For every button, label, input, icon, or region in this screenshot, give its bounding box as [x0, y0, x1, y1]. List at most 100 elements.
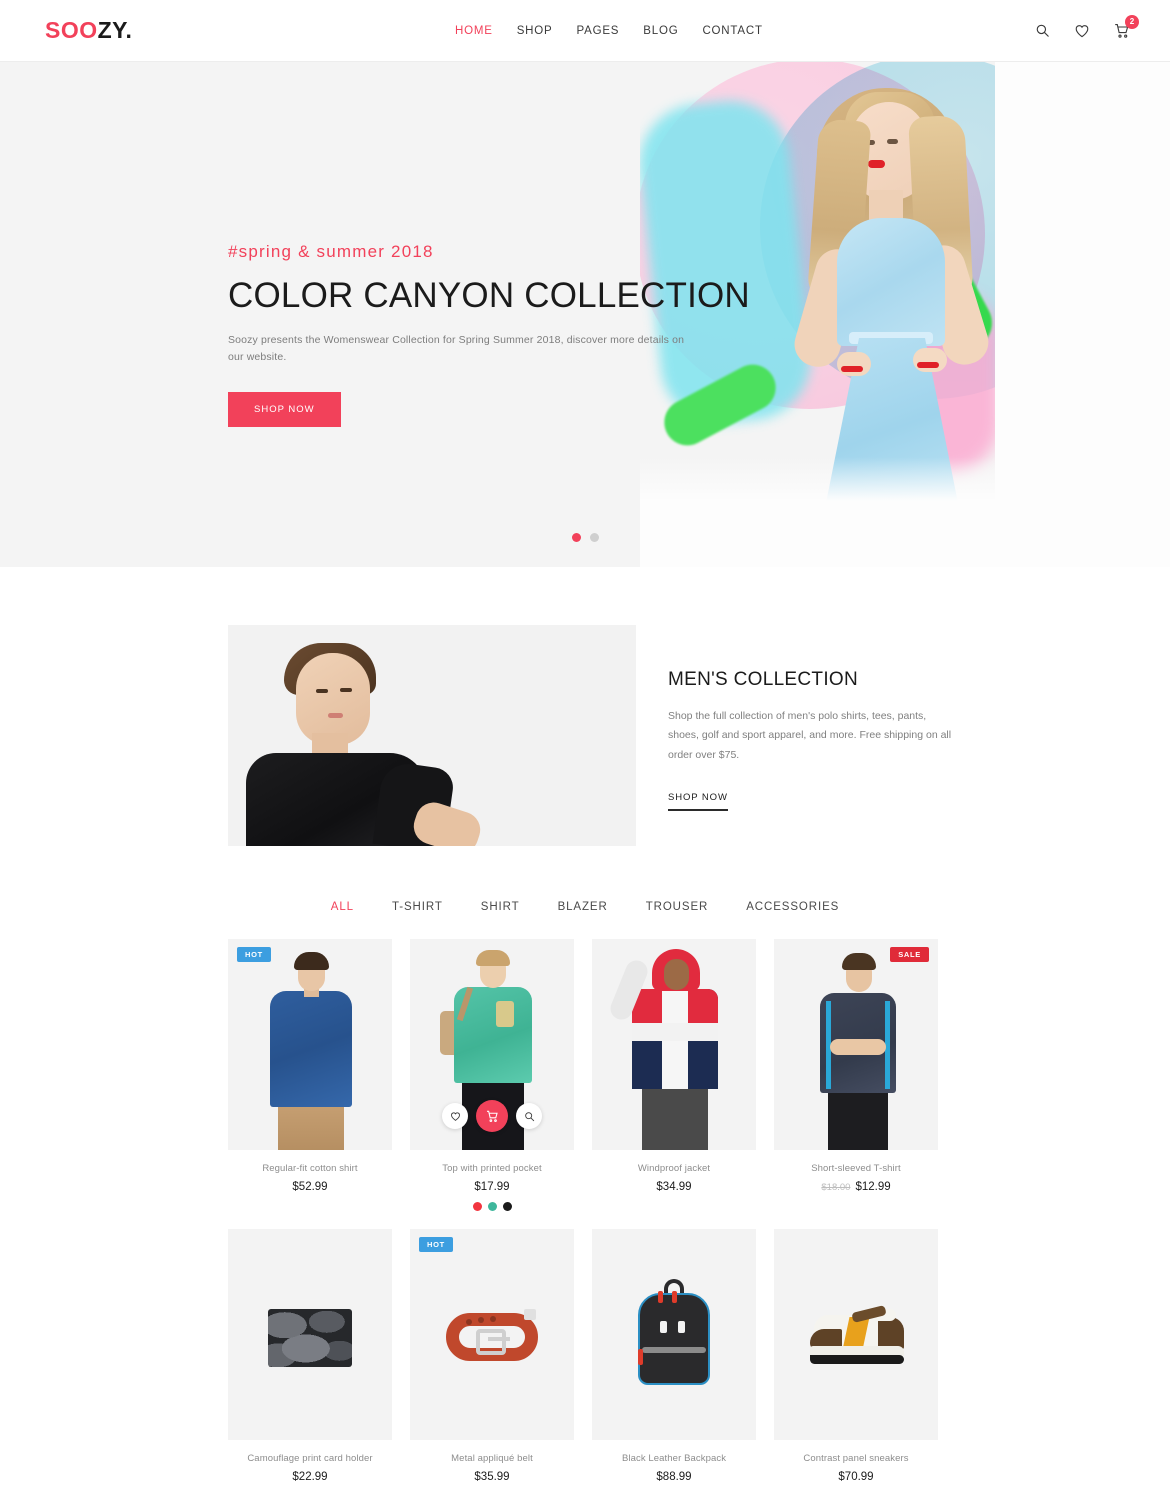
- shape: [672, 1291, 677, 1303]
- product-name[interactable]: Top with printed pocket: [410, 1163, 574, 1174]
- product-image[interactable]: HOT: [228, 939, 392, 1150]
- product-image[interactable]: HOT: [410, 1229, 574, 1440]
- add-to-cart-icon[interactable]: [476, 1100, 508, 1132]
- shape: [810, 1355, 904, 1364]
- shape: [466, 1319, 472, 1325]
- product-price: $70.99: [838, 1471, 874, 1483]
- filter-trouser[interactable]: TROUSER: [646, 901, 709, 913]
- product-image[interactable]: SALE: [774, 939, 938, 1150]
- product-name[interactable]: Camouflage print card holder: [228, 1453, 392, 1464]
- product-card[interactable]: Black Leather Backpack $88.99: [592, 1229, 756, 1483]
- product-illustration: [410, 1229, 574, 1440]
- cart-count-badge: 2: [1125, 14, 1139, 29]
- hot-badge: HOT: [237, 947, 271, 962]
- mens-collection-description: Shop the full collection of men's polo s…: [668, 710, 952, 761]
- product-illustration: [228, 939, 392, 1150]
- shape: [660, 1321, 667, 1333]
- product-card[interactable]: SALE Short-sleeved T-shirt $18.00 $12.99: [774, 939, 938, 1211]
- nav-item-contact[interactable]: CONTACT: [702, 25, 762, 37]
- sale-badge: SALE: [890, 947, 929, 962]
- product-grid: HOT Regular-fit cotton shirt $52.99 Top wit…: [228, 939, 942, 1483]
- hero-subtitle: #spring & summer 2018: [228, 242, 434, 261]
- product-hover-actions: [410, 1100, 574, 1132]
- product-name[interactable]: Windproof jacket: [592, 1163, 756, 1174]
- product-filter-tabs: ALL T-SHIRT SHIRT BLAZER TROUSER ACCESSORIES: [0, 846, 1170, 939]
- filter-blazer[interactable]: BLAZER: [558, 901, 608, 913]
- header-icon-group: 2: [1032, 14, 1139, 41]
- shape: [476, 1329, 506, 1355]
- carousel-dot-1[interactable]: [571, 533, 581, 542]
- mens-collection-image: [228, 625, 636, 846]
- decor-white-fade: [640, 457, 1170, 567]
- product-image[interactable]: [592, 939, 756, 1150]
- shape: [270, 991, 352, 1107]
- shape: [638, 1349, 643, 1365]
- product-card[interactable]: HOT Metal appliqué belt $35.99: [410, 1229, 574, 1483]
- add-to-wishlist-icon[interactable]: [442, 1103, 468, 1129]
- product-image[interactable]: [410, 939, 574, 1150]
- wishlist-heart-icon[interactable]: [1072, 21, 1092, 41]
- shape: [830, 1039, 886, 1055]
- mens-collection-section: MEN'S COLLECTION Shop the full collectio…: [0, 567, 1170, 846]
- color-swatch-3[interactable]: [502, 1202, 512, 1211]
- shape: [524, 1309, 536, 1320]
- mens-shop-now-link[interactable]: SHOP NOW: [668, 792, 728, 812]
- product-card[interactable]: Camouflage print card holder $22.99: [228, 1229, 392, 1483]
- product-image[interactable]: [592, 1229, 756, 1440]
- nav-item-shop[interactable]: SHOP: [517, 25, 553, 37]
- product-name[interactable]: Black Leather Backpack: [592, 1453, 756, 1464]
- shape: [642, 1347, 706, 1353]
- hero-title: COLOR CANYON COLLECTION: [228, 276, 750, 315]
- hero-shop-now-button[interactable]: SHOP NOW: [228, 391, 341, 427]
- search-icon[interactable]: [1032, 21, 1052, 41]
- shape: [490, 1316, 496, 1322]
- product-image[interactable]: [774, 1229, 938, 1440]
- color-swatch-2[interactable]: [487, 1202, 497, 1211]
- shape: [828, 1089, 888, 1150]
- nav-item-pages[interactable]: PAGES: [577, 25, 620, 37]
- nav-item-home[interactable]: HOME: [455, 25, 493, 37]
- quick-view-icon[interactable]: [516, 1103, 542, 1129]
- product-old-price: $18.00: [821, 1182, 851, 1193]
- shape: [476, 950, 510, 966]
- hero-carousel-dots: [0, 533, 1170, 542]
- product-card[interactable]: Windproof jacket $34.99: [592, 939, 756, 1211]
- product-card[interactable]: Top with printed pocket $17.99: [410, 939, 574, 1211]
- product-name[interactable]: Metal appliqué belt: [410, 1453, 574, 1464]
- nav-item-blog[interactable]: BLOG: [643, 25, 678, 37]
- product-name[interactable]: Short-sleeved T-shirt: [774, 1163, 938, 1174]
- filter-t-shirt[interactable]: T-SHIRT: [392, 901, 443, 913]
- shape: [278, 1101, 344, 1150]
- hero-description: Soozy presents the Womenswear Collection…: [228, 334, 685, 363]
- product-illustration: [774, 1229, 938, 1440]
- product-image[interactable]: [228, 1229, 392, 1440]
- site-header: SOOZY. HOME SHOP PAGES BLOG CONTACT 2: [0, 0, 1170, 62]
- hot-badge: HOT: [419, 1237, 453, 1252]
- shape: [878, 1317, 904, 1349]
- product-illustration: [228, 1229, 392, 1440]
- product-name[interactable]: Contrast panel sneakers: [774, 1453, 938, 1464]
- product-price: $88.99: [656, 1471, 692, 1483]
- product-price: $34.99: [656, 1181, 692, 1193]
- product-illustration: [774, 939, 938, 1150]
- mens-collection-title: MEN'S COLLECTION: [668, 669, 859, 690]
- product-card[interactable]: Contrast panel sneakers $70.99: [774, 1229, 938, 1483]
- shape: [488, 1337, 510, 1341]
- logo[interactable]: SOOZY.: [45, 17, 132, 44]
- product-price: $52.99: [292, 1181, 328, 1193]
- product-name[interactable]: Regular-fit cotton shirt: [228, 1163, 392, 1174]
- logo-secondary: ZY.: [97, 17, 133, 43]
- product-price: $22.99: [292, 1471, 328, 1483]
- filter-shirt[interactable]: SHIRT: [481, 901, 520, 913]
- carousel-dot-2[interactable]: [589, 533, 599, 542]
- cart-icon[interactable]: 2: [1112, 14, 1139, 41]
- product-current-price: $12.99: [855, 1181, 891, 1193]
- logo-primary: SOO: [45, 17, 98, 43]
- product-card[interactable]: HOT Regular-fit cotton shirt $52.99: [228, 939, 392, 1211]
- hero-text-block: #spring & summer 2018 COLOR CANYON COLLE…: [228, 242, 750, 427]
- product-color-swatches: [410, 1202, 574, 1211]
- color-swatch-1[interactable]: [472, 1202, 482, 1211]
- shape: [658, 1291, 663, 1303]
- filter-accessories[interactable]: ACCESSORIES: [746, 901, 839, 913]
- filter-all[interactable]: ALL: [331, 901, 354, 913]
